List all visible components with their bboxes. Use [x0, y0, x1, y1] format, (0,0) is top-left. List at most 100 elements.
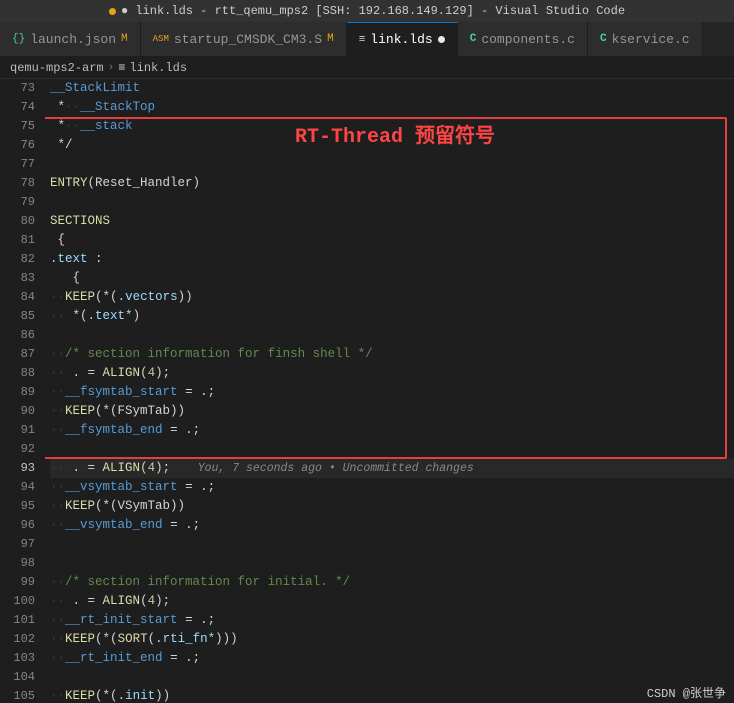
title-bar: ● link.lds - rtt_qemu_mps2 [SSH: 192.168…: [0, 0, 734, 22]
line-num-79: 79: [0, 193, 35, 212]
line-num-74: 74: [0, 98, 35, 117]
tab-bar: {} launch.json M ASM startup_CMSDK_CM3.S…: [0, 22, 734, 57]
code-line-94: · · __vsymtab_start = .;: [50, 478, 734, 497]
tab-label-kservice: kservice.c: [612, 32, 690, 47]
code-line-103: · · __rt_init_end = .;: [50, 649, 734, 668]
line-num-86: 86: [0, 326, 35, 345]
code-line-104: [50, 668, 734, 687]
code-line-85: · · *(.text*): [50, 307, 734, 326]
code-content: __StackLimit *· · __StackTop *· · __stac…: [50, 79, 734, 703]
tab-icon-kservice: C: [600, 33, 607, 45]
title-text: ● link.lds - rtt_qemu_mps2 [SSH: 192.168…: [121, 4, 625, 18]
line-num-92: 92: [0, 440, 35, 459]
line-num-80: 80: [0, 212, 35, 231]
code-line-80: SECTIONS: [50, 212, 734, 231]
line-num-100: 100: [0, 592, 35, 611]
breadcrumb-right: link.lds: [129, 61, 187, 75]
line-num-98: 98: [0, 554, 35, 573]
code-line-101: · · __rt_init_start = .;: [50, 611, 734, 630]
tab-kservice[interactable]: C kservice.c: [588, 22, 703, 56]
line-num-75: 75: [0, 117, 35, 136]
code-line-92: [50, 440, 734, 459]
tab-launch[interactable]: {} launch.json M: [0, 22, 141, 56]
status-bar: CSDN @张世争: [639, 682, 734, 703]
code-line-90: · · KEEP(*(FSymTab)): [50, 402, 734, 421]
tab-modified-startup: M: [327, 33, 334, 45]
breadcrumb-sep: ›: [108, 62, 115, 74]
git-annotation: You, 7 seconds ago • Uncommitted changes: [170, 459, 474, 478]
code-line-74: *· · __StackTop: [50, 98, 734, 117]
line-num-99: 99: [0, 573, 35, 592]
tab-icon-launch: {}: [12, 33, 25, 45]
code-area: 7374757677787980818283848586878889909192…: [0, 79, 734, 703]
code-line-83: {: [50, 269, 734, 288]
title-dot: [109, 8, 116, 15]
tab-startup[interactable]: ASM startup_CMSDK_CM3.S M: [141, 22, 347, 56]
breadcrumb-icon: ≡: [118, 61, 125, 75]
line-num-90: 90: [0, 402, 35, 421]
code-line-102: · · KEEP(*(SORT(.rti_fn*))): [50, 630, 734, 649]
tab-icon-components: C: [470, 33, 477, 45]
line-num-73: 73: [0, 79, 35, 98]
code-line-78: ENTRY(Reset_Handler): [50, 174, 734, 193]
code-line-105: · · KEEP(*(.init)): [50, 687, 734, 703]
tab-icon-startup: ASM: [153, 34, 169, 44]
tab-dot-link: [438, 36, 445, 43]
line-num-94: 94: [0, 478, 35, 497]
code-line-95: · · KEEP(*(VSymTab)): [50, 497, 734, 516]
line-num-84: 84: [0, 288, 35, 307]
tab-label-launch: launch.json: [30, 32, 116, 47]
status-text: CSDN @张世争: [647, 687, 726, 701]
line-num-88: 88: [0, 364, 35, 383]
code-line-84: · · KEEP(*(.vectors)): [50, 288, 734, 307]
line-num-91: 91: [0, 421, 35, 440]
line-num-104: 104: [0, 668, 35, 687]
tab-label-components: components.c: [481, 32, 575, 47]
code-line-93: · · . = ALIGN(4); You, 7 seconds ago • U…: [50, 459, 734, 478]
code-line-73: __StackLimit: [50, 79, 734, 98]
line-num-96: 96: [0, 516, 35, 535]
code-line-82: .text :: [50, 250, 734, 269]
line-num-97: 97: [0, 535, 35, 554]
code-line-91: · · __fsymtab_end = .;: [50, 421, 734, 440]
code-line-100: · · . = ALIGN(4);: [50, 592, 734, 611]
tab-label-startup: startup_CMSDK_CM3.S: [174, 32, 322, 47]
line-num-89: 89: [0, 383, 35, 402]
code-lines[interactable]: RT-Thread 预留符号 __StackLimit *· · __Stack…: [45, 79, 734, 703]
line-num-78: 78: [0, 174, 35, 193]
line-num-85: 85: [0, 307, 35, 326]
code-line-87: · · /* section information for finsh she…: [50, 345, 734, 364]
line-num-76: 76: [0, 136, 35, 155]
code-line-81: {: [50, 231, 734, 250]
code-line-77: [50, 155, 734, 174]
code-line-99: · · /* section information for initial. …: [50, 573, 734, 592]
breadcrumb-left: qemu-mps2-arm: [10, 61, 104, 75]
code-line-97: [50, 535, 734, 554]
tab-label-link: link.lds: [370, 32, 432, 47]
code-line-86: [50, 326, 734, 345]
tab-components[interactable]: C components.c: [458, 22, 588, 56]
code-line-75: *· · __stack: [50, 117, 734, 136]
tab-link[interactable]: ≡ link.lds: [347, 22, 458, 56]
tab-modified-launch: M: [121, 33, 128, 45]
line-num-93: 93: [0, 459, 35, 478]
code-line-76: */: [50, 136, 734, 155]
line-num-82: 82: [0, 250, 35, 269]
code-line-79: [50, 193, 734, 212]
breadcrumb: qemu-mps2-arm › ≡ link.lds: [0, 57, 734, 79]
line-num-105: 105: [0, 687, 35, 703]
line-num-81: 81: [0, 231, 35, 250]
line-num-103: 103: [0, 649, 35, 668]
line-num-87: 87: [0, 345, 35, 364]
tab-icon-link: ≡: [359, 34, 366, 46]
line-num-101: 101: [0, 611, 35, 630]
line-num-95: 95: [0, 497, 35, 516]
code-line-89: · · __fsymtab_start = .;: [50, 383, 734, 402]
line-numbers: 7374757677787980818283848586878889909192…: [0, 79, 45, 703]
code-line-96: · · __vsymtab_end = .;: [50, 516, 734, 535]
editor: 7374757677787980818283848586878889909192…: [0, 79, 734, 703]
code-line-98: [50, 554, 734, 573]
code-line-88: · · . = ALIGN(4);: [50, 364, 734, 383]
line-num-102: 102: [0, 630, 35, 649]
line-num-77: 77: [0, 155, 35, 174]
